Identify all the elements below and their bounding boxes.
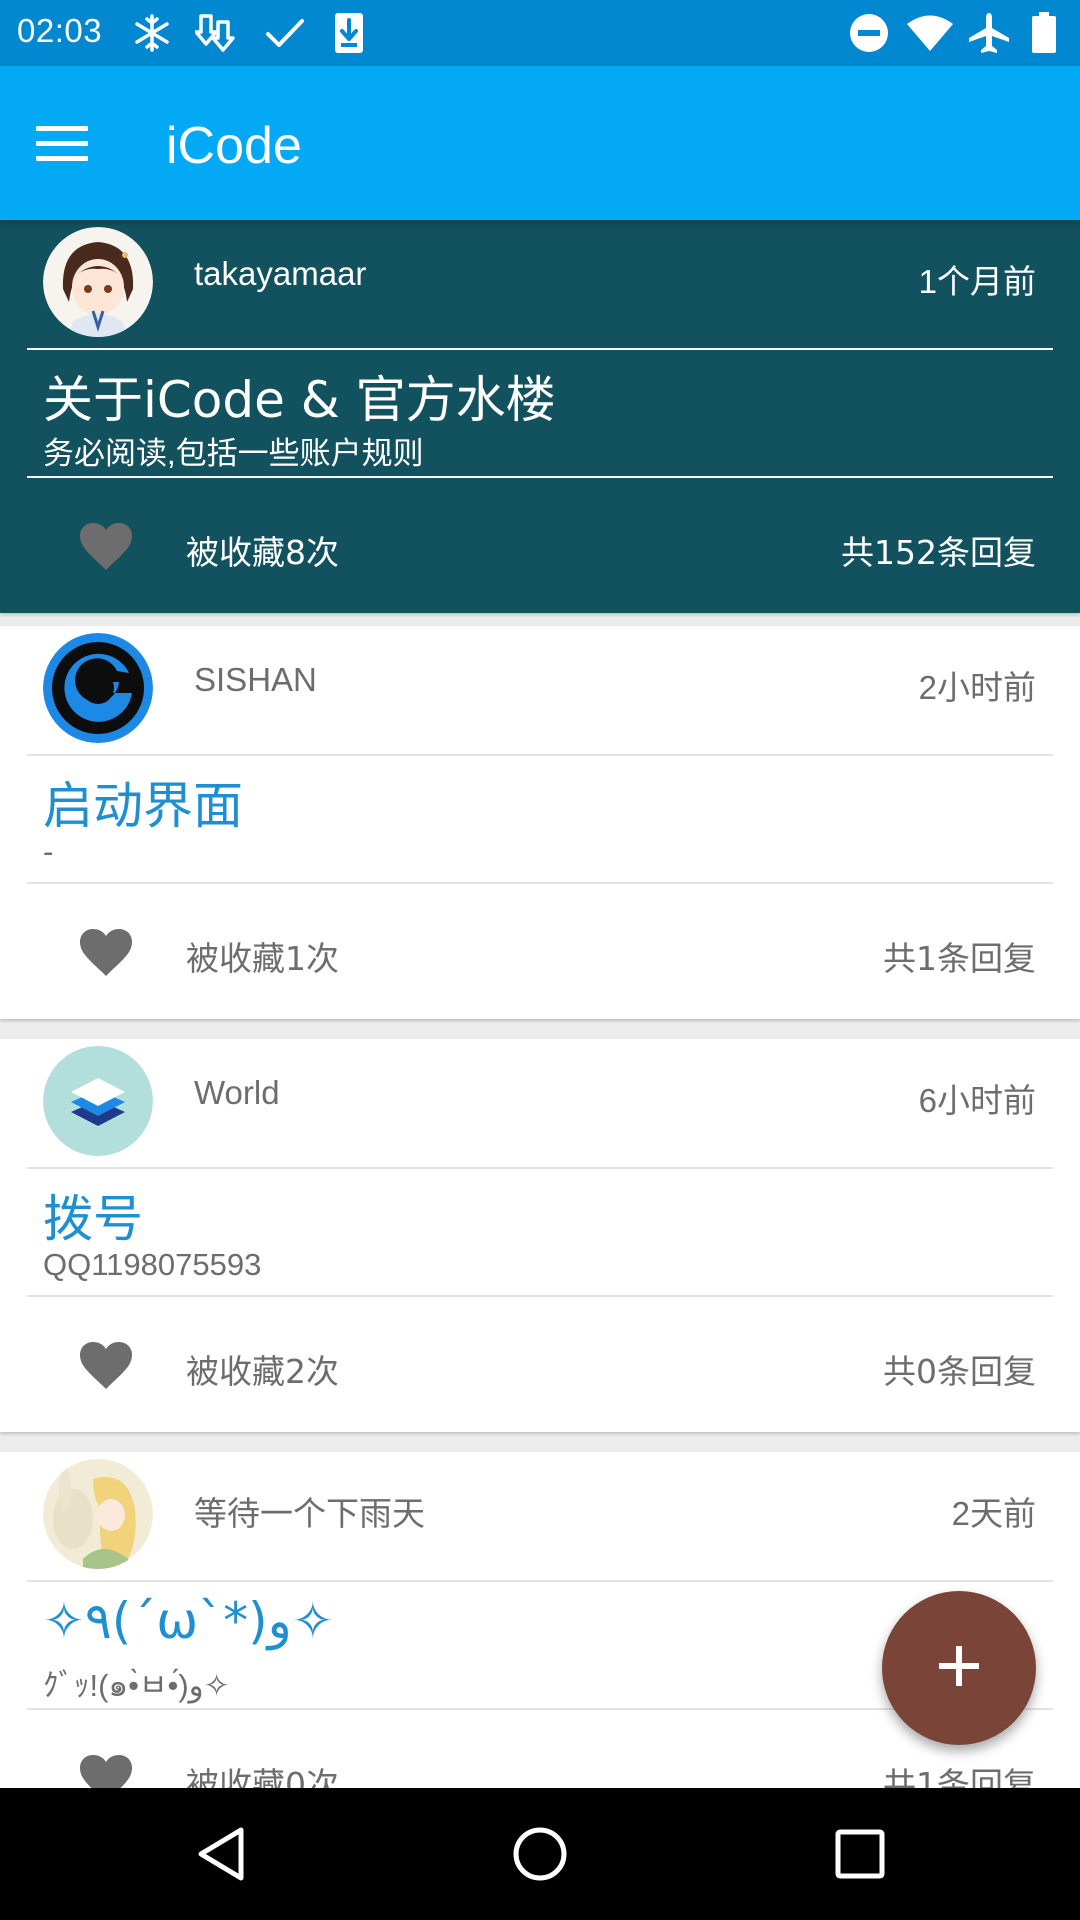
reply-count: 共0条回复 (883, 1352, 1036, 1391)
check-icon (263, 10, 307, 56)
add-post-button[interactable] (882, 1591, 1036, 1745)
menu-icon[interactable] (30, 111, 94, 175)
post-card[interactable]: takayamaar 1个月前 关于iCode & 官方水楼 务必阅读,包括一些… (0, 220, 1080, 613)
reply-count: 共1条回复 (883, 1765, 1036, 1788)
battery-icon (1030, 10, 1058, 56)
heart-icon[interactable] (79, 928, 133, 978)
post-subtitle: 务必阅读,包括一些账户规则 (43, 436, 424, 471)
avatar[interactable] (43, 227, 153, 337)
post-author[interactable]: 等待一个下雨天 (194, 1487, 425, 1535)
post-title[interactable]: 启动界面 (43, 766, 243, 838)
heart-icon[interactable] (79, 1754, 133, 1788)
heart-icon[interactable] (79, 522, 133, 572)
post-time: 2小时前 (918, 669, 1036, 706)
post-author[interactable]: SISHAN (194, 661, 317, 699)
post-author[interactable]: World (194, 1074, 280, 1112)
airplane-icon (966, 10, 1012, 56)
plus-icon (937, 1644, 981, 1692)
recents-icon[interactable] (820, 1818, 900, 1890)
divider (27, 1580, 1053, 1582)
post-card[interactable]: World 6小时前 拨号 QQ1198075593 被收藏2次 共0条回复 (0, 1039, 1080, 1432)
post-title[interactable]: ✧٩(ˊωˋ*)و✧ (43, 1592, 334, 1650)
post-time: 6小时前 (918, 1082, 1036, 1119)
post-author[interactable]: takayamaar (194, 255, 366, 293)
screen: 02:03 iCode takayamaar 1个月前 关于iCode & 官方… (0, 0, 1080, 1920)
divider (27, 754, 1053, 756)
status-bar: 02:03 (0, 0, 1080, 66)
app-title: iCode (166, 117, 302, 175)
favorite-count: 被收藏1次 (186, 939, 339, 978)
post-time: 1个月前 (918, 263, 1036, 300)
reply-count: 共152条回复 (841, 533, 1036, 572)
divider (27, 348, 1053, 350)
heart-icon[interactable] (79, 1341, 133, 1391)
post-title[interactable]: 拨号 (43, 1179, 143, 1251)
status-time: 02:03 (17, 12, 103, 49)
avatar[interactable] (43, 1459, 153, 1569)
favorite-count: 被收藏0次 (186, 1765, 339, 1788)
favorite-count: 被收藏2次 (186, 1352, 339, 1391)
post-subtitle: QQ1198075593 (43, 1247, 262, 1282)
wifi-icon (905, 10, 955, 56)
divider (27, 476, 1053, 478)
post-card[interactable]: SISHAN 2小时前 启动界面 - 被收藏1次 共1条回复 (0, 626, 1080, 1019)
snowflake-icon (130, 10, 174, 56)
app-bar: iCode (0, 66, 1080, 220)
favorite-count: 被收藏8次 (186, 533, 339, 572)
avatar[interactable] (43, 1046, 153, 1156)
reply-count: 共1条回复 (883, 939, 1036, 978)
avatar[interactable] (43, 633, 153, 743)
post-feed[interactable]: takayamaar 1个月前 关于iCode & 官方水楼 务必阅读,包括一些… (0, 220, 1080, 1788)
do-not-disturb-icon (847, 10, 891, 56)
download-arrows-icon (194, 10, 240, 56)
divider (27, 1167, 1053, 1169)
post-subtitle: ｸﾞｯ!(๑•̀ㅂ•́)و✧ (43, 1668, 230, 1703)
divider (27, 1295, 1053, 1297)
home-icon[interactable] (500, 1818, 580, 1890)
download-file-icon (331, 10, 367, 56)
back-icon[interactable] (181, 1818, 261, 1890)
post-subtitle: - (43, 834, 54, 869)
system-nav-bar (0, 1788, 1080, 1920)
divider (27, 882, 1053, 884)
post-time: 2天前 (951, 1495, 1036, 1532)
post-title[interactable]: 关于iCode & 官方水楼 (43, 360, 556, 432)
